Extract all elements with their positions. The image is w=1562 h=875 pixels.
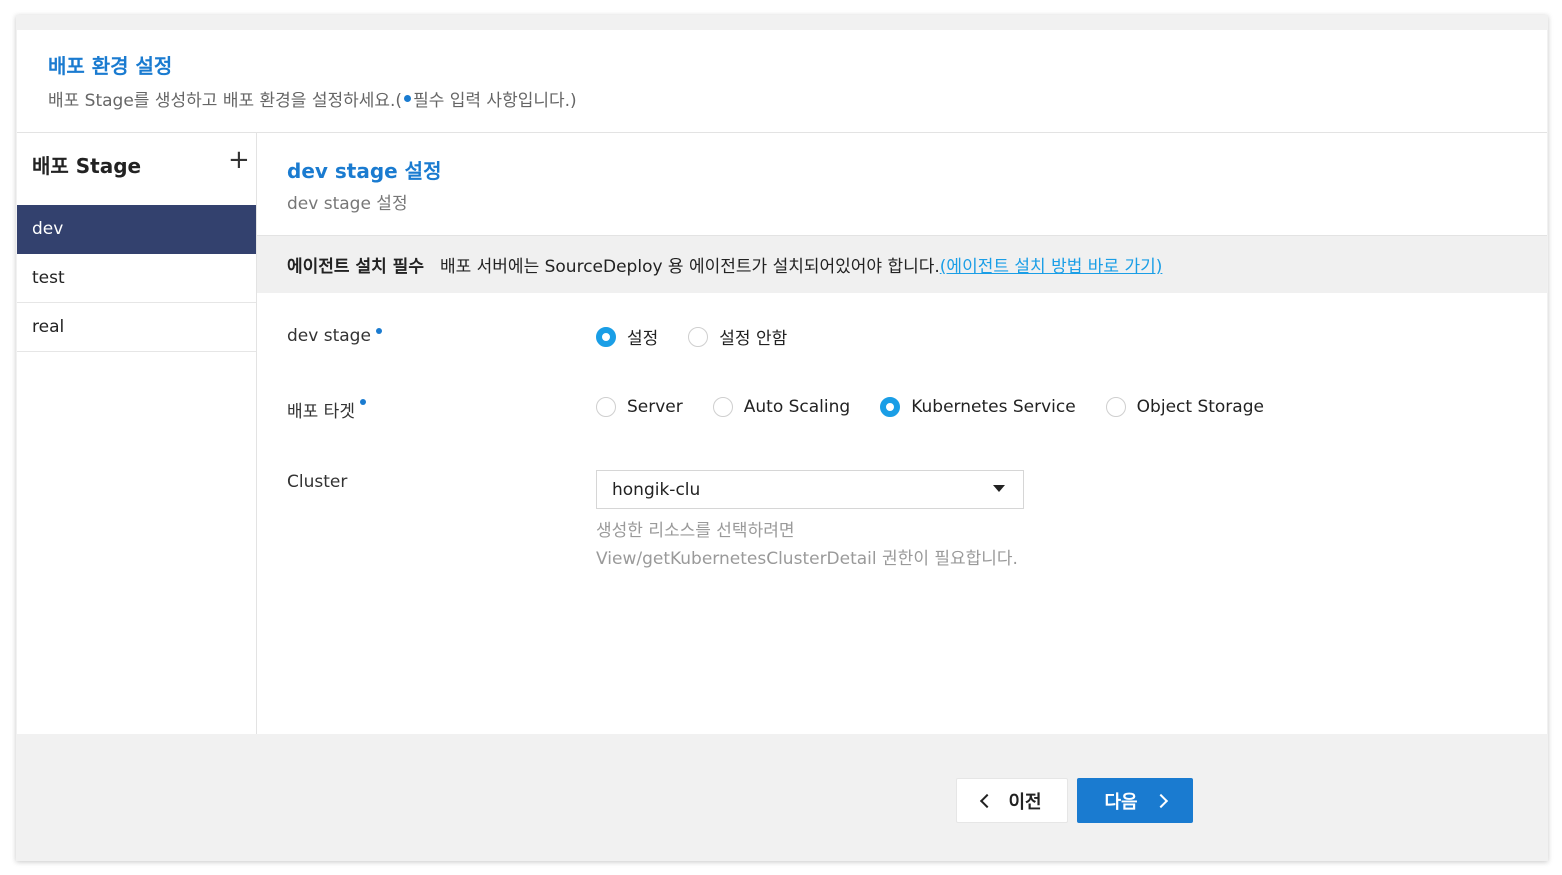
radio-label: 설정 안함 xyxy=(719,329,788,349)
notice-text: 배포 서버에는 SourceDeploy 용 에이전트가 설치되어있어야 합니다… xyxy=(439,257,940,277)
prev-button-label: 이전 xyxy=(1008,791,1042,813)
cluster-select[interactable]: hongik-clu xyxy=(596,470,1024,509)
sidebar-item-dev[interactable]: dev xyxy=(17,205,256,254)
wizard-card: 배포 환경 설정 배포 Stage를 생성하고 배포 환경을 설정하세요.( 필… xyxy=(17,30,1547,734)
chevron-right-icon xyxy=(1153,793,1168,808)
cluster-label: Cluster xyxy=(287,472,348,492)
chevron-left-icon xyxy=(980,793,995,808)
deploy-target-radio-group: Server Auto Scaling Kubernetes Service O… xyxy=(596,397,1294,417)
radio-unchecked-icon xyxy=(688,326,709,347)
cluster-hint-line2: View/getKubernetesClusterDetail 권한이 필요합니… xyxy=(596,549,1018,569)
radio-target-object-storage[interactable]: Object Storage xyxy=(1105,397,1264,417)
notice-heading: 에이전트 설치 필수 xyxy=(287,257,424,277)
required-dot-icon xyxy=(375,328,382,334)
next-button[interactable]: 다음 xyxy=(1077,778,1193,823)
deploy-target-label-text: 배포 타겟 xyxy=(287,402,355,422)
radio-unchecked-icon xyxy=(712,397,733,417)
page-description-prefix: 배포 Stage를 생성하고 배포 환경을 설정하세요.( xyxy=(48,91,403,111)
sidebar-item-real[interactable]: real xyxy=(17,303,256,352)
stage-sidebar: 배포 Stage + dev test real xyxy=(17,133,257,734)
sidebar-item-test[interactable]: test xyxy=(17,254,256,303)
wizard-panel: 배포 환경 설정 배포 Stage를 생성하고 배포 환경을 설정하세요.( 필… xyxy=(16,15,1548,861)
sidebar-title: 배포 Stage xyxy=(32,154,142,178)
next-button-label: 다음 xyxy=(1104,791,1138,813)
agent-install-guide-link[interactable]: (에이전트 설치 방법 바로 가기) xyxy=(940,252,1163,277)
required-dot-icon xyxy=(404,95,412,102)
radio-unchecked-icon xyxy=(1105,397,1126,417)
radio-label: Kubernetes Service xyxy=(911,397,1076,417)
stage-list: dev test real xyxy=(17,205,256,352)
stage-settings: dev stage 설정 dev stage 설정 에이전트 설치 필수 배포 … xyxy=(257,133,1547,734)
page-header: 배포 환경 설정 배포 Stage를 생성하고 배포 환경을 설정하세요.( 필… xyxy=(17,30,1547,133)
agent-notice: 에이전트 설치 필수 배포 서버에는 SourceDeploy 용 에이전트가 … xyxy=(257,235,1547,293)
page-description: 배포 Stage를 생성하고 배포 환경을 설정하세요.( 필수 입력 사항입니… xyxy=(48,86,577,111)
radio-target-kubernetes[interactable]: Kubernetes Service xyxy=(880,397,1076,417)
prev-button[interactable]: 이전 xyxy=(956,778,1068,823)
required-dot-icon xyxy=(359,399,366,405)
deploy-target-label: 배포 타겟 xyxy=(287,397,366,422)
radio-unchecked-icon xyxy=(596,397,616,417)
radio-checked-icon xyxy=(880,397,901,417)
dev-stage-label: dev stage xyxy=(287,326,382,346)
cluster-select-value: hongik-clu xyxy=(612,479,701,500)
radio-label: 설정 xyxy=(627,329,659,349)
page-title: 배포 환경 설정 xyxy=(48,54,173,78)
dev-stage-radio-group: 설정 설정 안함 xyxy=(596,324,817,349)
cluster-hint-line1: 생성한 리소스를 선택하려면 xyxy=(596,521,795,541)
radio-target-auto-scaling[interactable]: Auto Scaling xyxy=(712,397,851,417)
add-stage-button[interactable]: + xyxy=(228,147,250,173)
caret-down-icon xyxy=(993,485,1005,492)
radio-label: Object Storage xyxy=(1136,397,1264,417)
page-description-suffix: 필수 입력 사항입니다.) xyxy=(413,91,577,111)
radio-target-server[interactable]: Server xyxy=(596,397,683,417)
dev-stage-label-text: dev stage xyxy=(287,326,371,346)
radio-stage-enable[interactable]: 설정 xyxy=(596,324,658,349)
section-subtitle: dev stage 설정 xyxy=(287,194,408,214)
radio-label: Server xyxy=(627,397,683,417)
radio-stage-disable[interactable]: 설정 안함 xyxy=(688,324,787,349)
radio-checked-icon xyxy=(596,326,616,347)
radio-label: Auto Scaling xyxy=(743,397,851,417)
section-title: dev stage 설정 xyxy=(287,159,442,183)
